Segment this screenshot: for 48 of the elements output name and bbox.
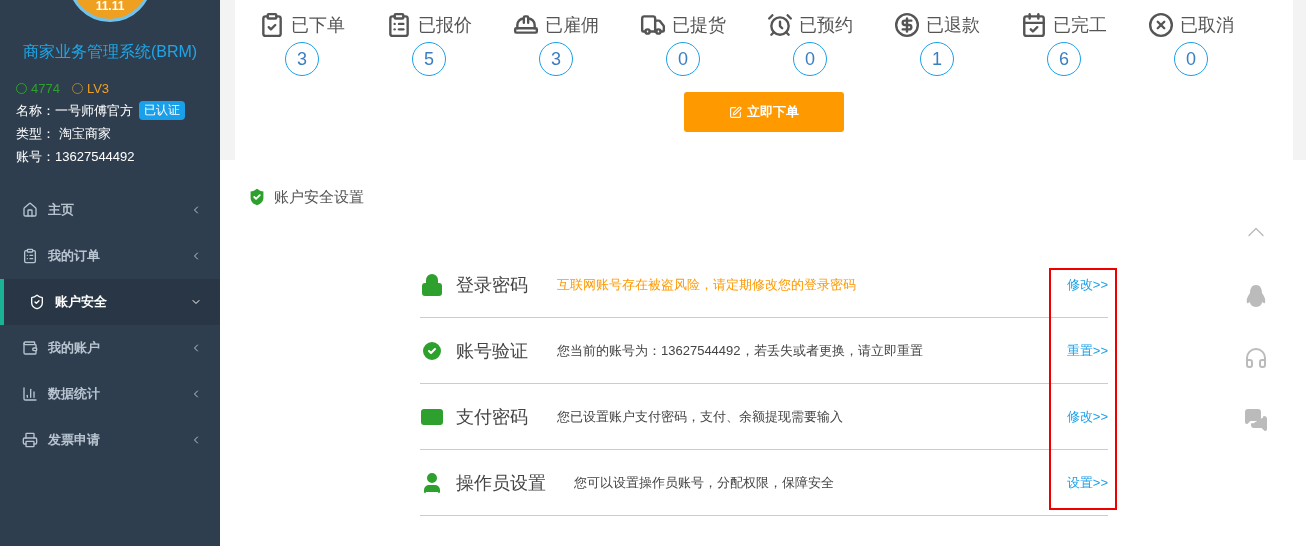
wallet-icon <box>22 340 38 356</box>
menu-item[interactable]: 我的订单 <box>0 233 220 279</box>
section-title: 账户安全设置 <box>274 187 364 207</box>
setting-description: 您当前的账号为：13627544492，若丢失或者更换，请立即重置 <box>557 341 924 360</box>
penguin-icon[interactable] <box>1245 284 1267 308</box>
menu-item[interactable]: 发票申请 <box>0 417 220 463</box>
menu-item[interactable]: 主页 <box>0 187 220 233</box>
menu-item[interactable]: 账户安全 <box>0 279 220 325</box>
status-label: 已取消 <box>1180 14 1234 37</box>
verified-badge: 已认证 <box>139 101 185 120</box>
profile-info: 账号：13627544492 <box>16 147 135 166</box>
setting-title: 登录密码 <box>456 273 529 297</box>
truck-icon <box>640 12 666 38</box>
printer-icon <box>22 432 38 448</box>
profile-info: 类型： 淘宝商家 <box>16 124 111 143</box>
calendar-check-icon <box>1021 12 1047 38</box>
status-label: 已退款 <box>926 14 980 37</box>
points-value: 4774 <box>31 81 60 96</box>
status-label: 已雇佣 <box>545 14 599 37</box>
clipboard-check-icon <box>259 12 285 38</box>
chat-icon[interactable] <box>1244 408 1268 432</box>
setting-description: 互联网账号存在被盗风险，请定期修改您的登录密码 <box>557 275 857 294</box>
lock-icon <box>420 272 444 297</box>
edit-icon <box>729 105 742 119</box>
setting-title: 账号验证 <box>456 339 529 363</box>
bar-chart-icon <box>22 386 38 402</box>
coin-icon <box>894 12 920 38</box>
menu-item[interactable]: 我的账户 <box>0 325 220 371</box>
status-label: 已完工 <box>1053 14 1107 37</box>
status-label: 已提货 <box>672 14 726 37</box>
menu-item[interactable]: 数据统计 <box>0 371 220 417</box>
app-title: 商家业务管理系统(BRM) <box>21 42 199 62</box>
status-label: 已下单 <box>291 14 345 37</box>
setting-description: 您已设置账户支付密码，支付、余额提现需要输入 <box>557 407 844 426</box>
home-icon <box>22 202 38 218</box>
profile-info: 名称：一号师傅官方 <box>16 101 133 120</box>
close-circle-icon <box>1148 12 1174 38</box>
shield-icon <box>29 294 45 310</box>
status-label: 已预约 <box>799 14 853 37</box>
headset-icon[interactable] <box>1244 346 1268 370</box>
alarm-clock-icon <box>767 12 793 38</box>
setting-title: 支付密码 <box>456 405 529 429</box>
setting-description: 您可以设置操作员账号，分配权限，保障安全 <box>574 473 835 492</box>
clipboard-icon <box>22 248 38 264</box>
status-label: 已报价 <box>418 14 472 37</box>
setting-title: 操作员设置 <box>456 471 547 495</box>
level-value: LV3 <box>86 81 110 96</box>
clipboard-list-icon <box>386 12 412 38</box>
